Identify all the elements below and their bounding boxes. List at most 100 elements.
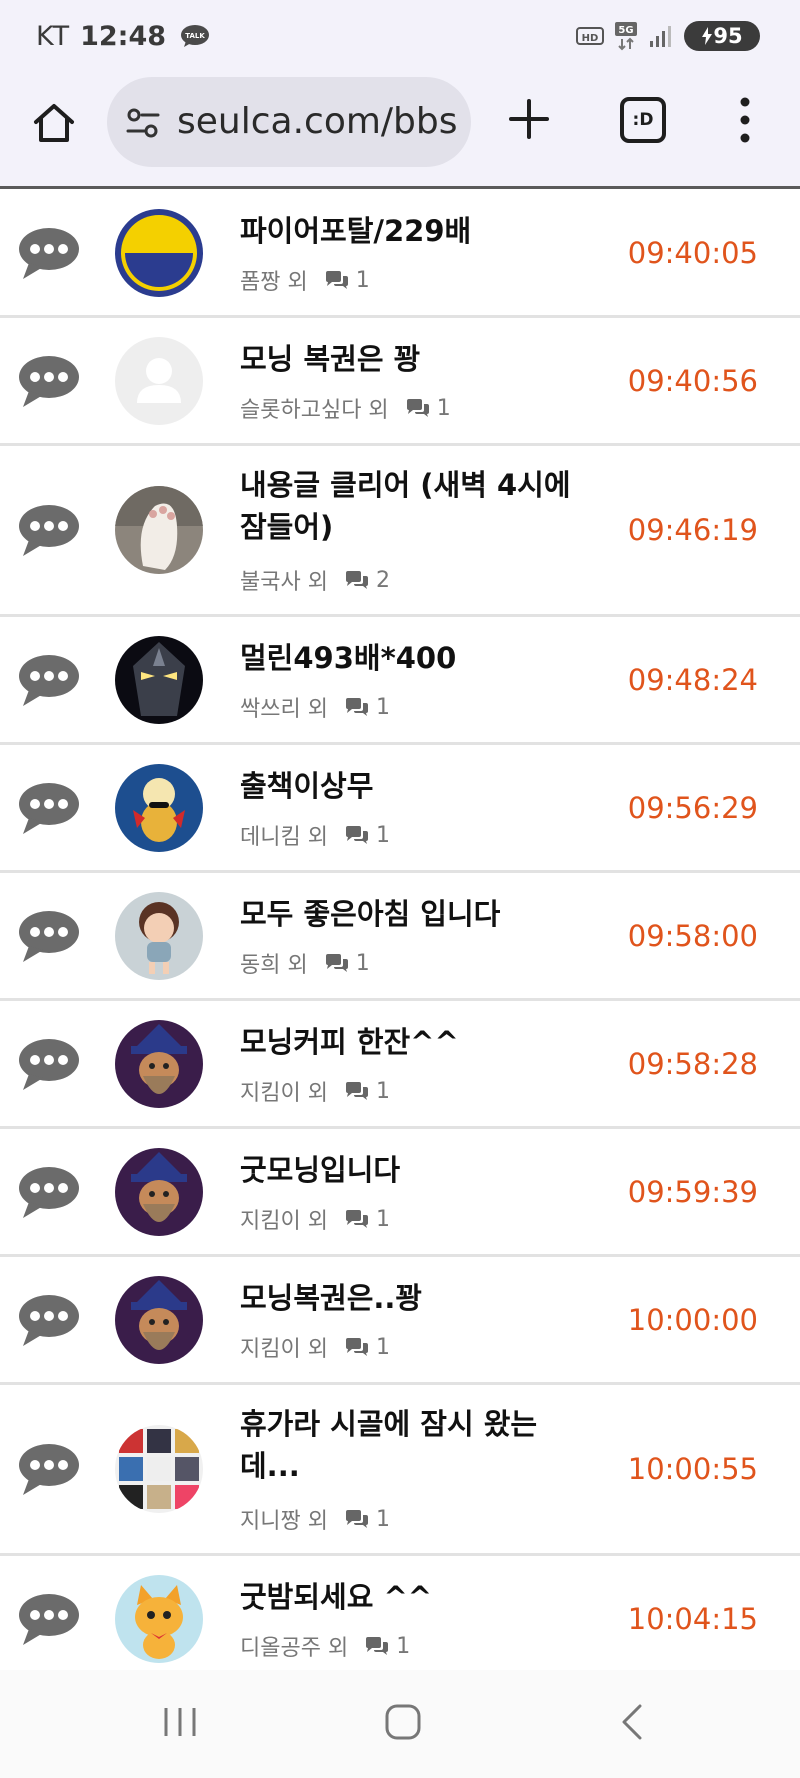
home-icon: [34, 104, 74, 142]
speech-bubble-dots-icon: [19, 1294, 79, 1346]
comments-icon: [325, 954, 348, 972]
kakaotalk-notification-icon: TALK: [181, 25, 210, 47]
plus-icon[interactable]: [506, 96, 552, 142]
post-title[interactable]: 모닝 복권은 꽝: [240, 338, 595, 380]
address-bar[interactable]: seulca.com/bbs: [107, 77, 471, 167]
recent-apps-icon[interactable]: [160, 1702, 200, 1742]
post-row-8[interactable]: 굿모닝입니다 지킴이 외 1 09:59:39: [0, 1129, 800, 1257]
comments-icon: [345, 1338, 368, 1356]
hd-voice-icon: HD: [576, 27, 604, 45]
post-time: 10:04:15: [627, 1601, 758, 1636]
post-title[interactable]: 모닝커피 한잔^^: [240, 1021, 595, 1063]
comments-icon: [345, 1082, 368, 1100]
avatar-wizard[interactable]: [115, 1019, 203, 1108]
post-row-2[interactable]: 모닝 복권은 꽝 슬롯하고싶다 외 1 09:40:56: [0, 318, 800, 446]
post-title[interactable]: 출책이상무: [240, 765, 595, 807]
avatar-yellow-smiley[interactable]: [115, 208, 203, 297]
speech-bubble-dots-icon: [19, 1038, 79, 1090]
post-author[interactable]: 불국사 외: [240, 564, 328, 596]
post-author[interactable]: 지킴이 외: [240, 1331, 328, 1363]
avatar-photo-collage[interactable]: [115, 1425, 203, 1513]
tab-switcher-icon[interactable]: :D: [620, 97, 666, 143]
speech-bubble-dots-icon: [19, 910, 79, 962]
post-title[interactable]: 굿밤되세요 ^^: [240, 1576, 595, 1618]
browser-toolbar: seulca.com/bbs :D: [0, 72, 800, 189]
post-meta: 슬롯하고싶다 외 1: [240, 392, 451, 424]
comment-count: 1: [375, 694, 390, 720]
comment-count: 1: [355, 267, 370, 293]
post-meta: 데니킴 외 1: [240, 819, 390, 851]
post-title[interactable]: 모두 좋은아침 입니다: [240, 893, 595, 935]
avatar-orange-cat[interactable]: [115, 1574, 203, 1663]
post-meta: 디올공주 외 1: [240, 1630, 410, 1662]
post-row-1[interactable]: 파이어포탈/229배 폼짱 외 1 09:40:05: [0, 190, 800, 318]
avatar-dark-armor[interactable]: [115, 635, 203, 724]
post-time: 09:58:28: [627, 1046, 758, 1081]
post-author[interactable]: 데니킴 외: [240, 819, 328, 851]
post-author[interactable]: 지킴이 외: [240, 1203, 328, 1235]
post-row-7[interactable]: 모닝커피 한잔^^ 지킴이 외 1 09:58:28: [0, 1001, 800, 1129]
post-time: 09:56:29: [627, 790, 758, 825]
post-time: 09:46:19: [627, 513, 758, 547]
speech-bubble-dots-icon: [19, 1444, 79, 1495]
post-row-4[interactable]: 멀린493배*400 싹쓰리 외 1 09:48:24: [0, 617, 800, 745]
post-meta: 지킴이 외 1: [240, 1075, 390, 1107]
tab-switcher-label: :D: [632, 110, 654, 130]
status-bar: KT 12:48 TALK HD 5G 95: [0, 0, 800, 72]
post-title[interactable]: 휴가라 시골에 잠시 왔는데...: [240, 1403, 595, 1487]
post-row-5[interactable]: 출책이상무 데니킴 외 1 09:56:29: [0, 745, 800, 873]
post-time: 10:00:00: [627, 1302, 758, 1337]
post-author[interactable]: 지니짱 외: [240, 1503, 328, 1535]
post-row-6[interactable]: 모두 좋은아침 입니다 동희 외 1 09:58:00: [0, 873, 800, 1001]
post-author[interactable]: 동희 외: [240, 947, 308, 979]
post-time: 09:40:56: [627, 363, 758, 398]
avatar-cartoon-bird[interactable]: [115, 763, 203, 852]
speech-bubble-dots-icon: [19, 355, 79, 407]
more-vert-icon[interactable]: [730, 94, 760, 146]
post-title[interactable]: 파이어포탈/229배: [240, 210, 595, 252]
comments-icon: [345, 698, 368, 716]
avatar-wizard[interactable]: [115, 1147, 203, 1236]
post-author[interactable]: 싹쓰리 외: [240, 691, 328, 723]
post-row-3[interactable]: 내용글 클리어 (새벽 4시에잠들어) 불국사 외 2 09:46:19: [0, 446, 800, 617]
comment-count: 1: [355, 950, 370, 976]
comment-count: 1: [436, 395, 451, 421]
back-icon[interactable]: [612, 1702, 652, 1742]
comment-count: 1: [375, 1206, 390, 1232]
avatar-doll-child[interactable]: [115, 891, 203, 980]
post-author[interactable]: 슬롯하고싶다 외: [240, 392, 389, 424]
post-meta: 지킴이 외 1: [240, 1331, 390, 1363]
comment-count: 1: [396, 1633, 411, 1659]
comments-icon: [325, 271, 348, 289]
comments-icon: [345, 1510, 368, 1528]
post-author[interactable]: 디올공주 외: [240, 1630, 348, 1662]
comments-icon: [366, 1637, 389, 1655]
nav-home-icon[interactable]: [383, 1702, 423, 1742]
post-title[interactable]: 모닝복권은..꽝: [240, 1277, 595, 1319]
comment-count: 1: [375, 1078, 390, 1104]
post-row-11[interactable]: 굿밤되세요 ^^ 디올공주 외 1 10:04:15: [0, 1556, 800, 1670]
comment-count: 2: [375, 567, 390, 593]
post-row-10[interactable]: 휴가라 시골에 잠시 왔는데... 지니짱 외 1 10:00:55: [0, 1385, 800, 1556]
post-author[interactable]: 폼짱 외: [240, 264, 308, 296]
post-author[interactable]: 지킴이 외: [240, 1075, 328, 1107]
url-text[interactable]: seulca.com/bbs: [177, 101, 458, 142]
post-meta: 폼짱 외 1: [240, 264, 370, 296]
post-time: 09:58:00: [627, 918, 758, 953]
avatar-default-person[interactable]: [115, 336, 203, 425]
post-title[interactable]: 멀린493배*400: [240, 637, 595, 679]
comments-icon: [345, 826, 368, 844]
avatar-wizard[interactable]: [115, 1275, 203, 1364]
tune-icon[interactable]: [125, 106, 161, 140]
post-row-9[interactable]: 모닝복권은..꽝 지킴이 외 1 10:00:00: [0, 1257, 800, 1385]
avatar-cat-paw-photo[interactable]: [115, 486, 203, 574]
speech-bubble-dots-icon: [19, 505, 79, 556]
comment-count: 1: [375, 822, 390, 848]
svg-text:5G: 5G: [618, 25, 633, 36]
charging-bolt-icon: [702, 27, 713, 45]
comment-count: 1: [375, 1506, 390, 1532]
post-title[interactable]: 내용글 클리어 (새벽 4시에잠들어): [240, 464, 595, 548]
home-button[interactable]: [28, 97, 80, 149]
post-list: 파이어포탈/229배 폼짱 외 1 09:40:05 모닝 복권은 꽝 슬롯하고…: [0, 190, 800, 1670]
post-title[interactable]: 굿모닝입니다: [240, 1149, 595, 1191]
